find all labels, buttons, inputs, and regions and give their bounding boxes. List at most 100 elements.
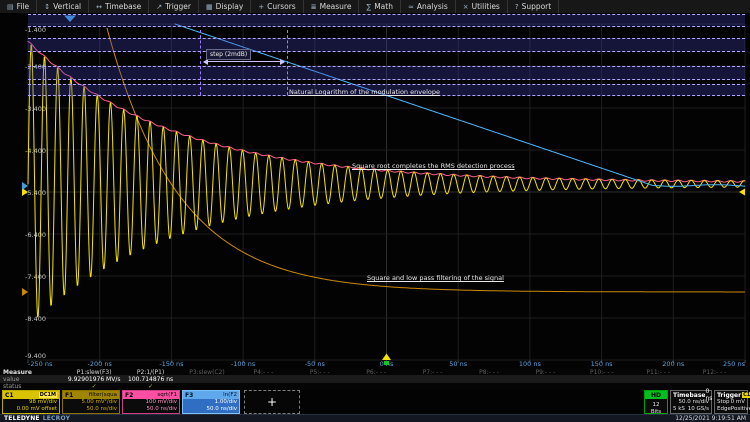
add-trace-button[interactable]: +: [244, 390, 300, 414]
analysis-icon: ≈: [408, 3, 414, 11]
y-axis-label: -7.400: [25, 273, 46, 281]
menu-item-support[interactable]: ?Support: [508, 0, 559, 13]
menu-label: Utilities: [472, 2, 500, 11]
step-cursor-label[interactable]: step (2mdB): [206, 49, 251, 60]
timebase-scale: 50.0 ns/div: [673, 399, 709, 406]
measure-column-header-p4[interactable]: P4:- - -: [235, 369, 291, 376]
menu-item-cursors[interactable]: +Cursors: [251, 0, 303, 13]
measure-status-icon-p1: ✓: [66, 383, 122, 390]
menu-label: Cursors: [267, 2, 296, 11]
measure-value-p2: 100.714876 ns: [122, 376, 178, 383]
measure-column-header-p10[interactable]: P10:- - -: [574, 369, 630, 376]
menu-label: Math: [374, 2, 393, 11]
menu-item-measure[interactable]: ≣Measure: [304, 0, 360, 13]
brand-teledyne: TELEDYNE: [4, 415, 40, 422]
measure-value-p1: 9.92901976 MV/s: [66, 376, 122, 383]
menu-item-display[interactable]: ▦Display: [199, 0, 251, 13]
menu-item-timebase[interactable]: ↔Timebase: [89, 0, 149, 13]
menu-item-vertical[interactable]: ↕Vertical: [37, 0, 89, 13]
menu-label: Display: [216, 2, 244, 11]
measure-column-header-p9[interactable]: P9:- - -: [517, 369, 573, 376]
menu-item-utilities[interactable]: ×Utilities: [456, 0, 508, 13]
c1-offset: 0.00 mV offset: [5, 406, 57, 413]
x-axis-label: 200 ns: [662, 360, 685, 368]
cursor-delta-arrow[interactable]: [204, 61, 284, 62]
menu-label: Measure: [320, 2, 352, 11]
oscilloscope-screen: ▤File↕Vertical↔Timebase↗Trigger▦Display+…: [0, 0, 750, 422]
f1-zero-marker[interactable]: [22, 288, 28, 296]
measure-column-header-p6[interactable]: P6:- - -: [348, 369, 404, 376]
horizontal-cursor-band[interactable]: [28, 66, 745, 80]
trigger-slope: Positive: [731, 406, 750, 413]
vertical-cursor-2[interactable]: [287, 30, 288, 95]
f2-function: sqrt(F1: [157, 392, 177, 399]
measure-column-header-p8[interactable]: P8:- - -: [461, 369, 517, 376]
menu-bar: ▤File↕Vertical↔Timebase↗Trigger▦Display+…: [0, 0, 750, 14]
f1-tdiv: 50.0 ns/div: [65, 406, 117, 413]
horizontal-cursor-band[interactable]: [28, 14, 745, 27]
measure-row-label: status: [3, 383, 21, 390]
measure-column-header-p2[interactable]: P2:1/(P1): [122, 369, 178, 376]
measure-column-header-p5[interactable]: P5:- - -: [292, 369, 348, 376]
trigger-type: Edge: [717, 406, 731, 413]
menu-label: Trigger: [165, 2, 191, 11]
utilities-icon: ×: [463, 3, 469, 11]
vertical-cursor-1[interactable]: [200, 30, 201, 95]
timebase-box[interactable]: Timebase 0 ns 50.0 ns/div 5 kS 10 GS/s: [670, 390, 712, 414]
measure-row-label: Measure: [3, 369, 32, 376]
x-axis-label: 50 ns: [449, 360, 467, 368]
timebase-title: Timebase: [673, 392, 705, 399]
annotation-ln: Natural Logarithm of the modulation enve…: [289, 88, 440, 96]
f1-label: F1: [65, 392, 73, 399]
x-axis-label: 150 ns: [591, 360, 614, 368]
measure-column-header-p7[interactable]: P7:- - -: [404, 369, 460, 376]
menu-label: Vertical: [53, 2, 81, 11]
y-axis-label: -8.400: [25, 315, 46, 323]
menu-item-file[interactable]: ▤File: [0, 0, 37, 13]
menu-item-math[interactable]: ∑Math: [359, 0, 400, 13]
channel-c1-descriptor[interactable]: C1 DC1M 98 mV/div 0.00 mV offset 85.587 …: [2, 390, 60, 414]
menu-label: Analysis: [417, 2, 448, 11]
menu-label: Support: [522, 2, 552, 11]
hd-label: HD: [645, 391, 667, 399]
file-icon: ▤: [7, 3, 14, 11]
waveform-display[interactable]: -250 ns-200 ns-150 ns-100 ns-50 ns0 ns50…: [0, 0, 750, 368]
f3-function: ln(F2: [223, 392, 237, 399]
measure-icon: ≣: [311, 3, 317, 11]
trigger-box[interactable]: Trigger C1 DC Stop 0 mV Edge Positive: [714, 390, 748, 414]
zero-time-marker[interactable]: [384, 361, 389, 365]
annotation-filter: Square and low pass filtering of the sig…: [367, 274, 504, 282]
measure-column-header-p1[interactable]: P1:slew(F3): [66, 369, 122, 376]
trigger-level-marker[interactable]: [739, 189, 745, 196]
datetime: 12/25/2021 9:19:51 AM: [675, 415, 746, 422]
hd-mode-box[interactable]: HD 12 Bits: [644, 390, 668, 414]
c1-label: C1: [5, 392, 14, 399]
menu-item-analysis[interactable]: ≈Analysis: [401, 0, 456, 13]
f2-label: F2: [125, 392, 133, 399]
f2-tdiv: 50.0 ns/div: [125, 406, 177, 413]
measure-table: Measure value status P1:slew(F3)9.929019…: [0, 368, 750, 390]
menu-item-trigger[interactable]: ↗Trigger: [149, 0, 199, 13]
function-f2-descriptor[interactable]: F2 sqrt(F1 100 mV/div 50.0 ns/div: [122, 390, 180, 414]
measure-column-header-p11[interactable]: P11:- - -: [630, 369, 686, 376]
measure-column-header-p12[interactable]: P12:- - -: [686, 369, 742, 376]
timebase-rate: 10 GS/s: [688, 406, 709, 413]
annotation-sqrt: Square root completes the RMS detection …: [352, 162, 515, 170]
function-f3-descriptor-selected[interactable]: F3 ln(F2 1.00/div 50.0 ns/div: [182, 390, 240, 414]
support-icon: ?: [515, 3, 519, 11]
display-icon: ▦: [206, 3, 213, 11]
trigger-level: 0 mV: [731, 399, 745, 406]
horizontal-cursor-band[interactable]: [28, 38, 745, 52]
trigger-icon: ↗: [156, 3, 162, 11]
f1-function: filter(squa: [89, 392, 117, 399]
trigger-position-marker[interactable]: [382, 354, 391, 361]
brand-lecroy: LECROY: [43, 415, 70, 422]
x-axis-label: -50 ns: [305, 360, 326, 368]
x-axis-label: -200 ns: [88, 360, 113, 368]
trigger-mode: Stop: [717, 399, 730, 406]
cursors-icon: +: [258, 3, 264, 11]
measure-column-header-p3[interactable]: P3:slew(C2): [179, 369, 235, 376]
function-f1-descriptor[interactable]: F1 filter(squa 5.00 mV²/div 50.0 ns/div: [62, 390, 120, 414]
math-icon: ∑: [366, 3, 371, 11]
x-axis-label: -250 ns: [28, 360, 53, 368]
